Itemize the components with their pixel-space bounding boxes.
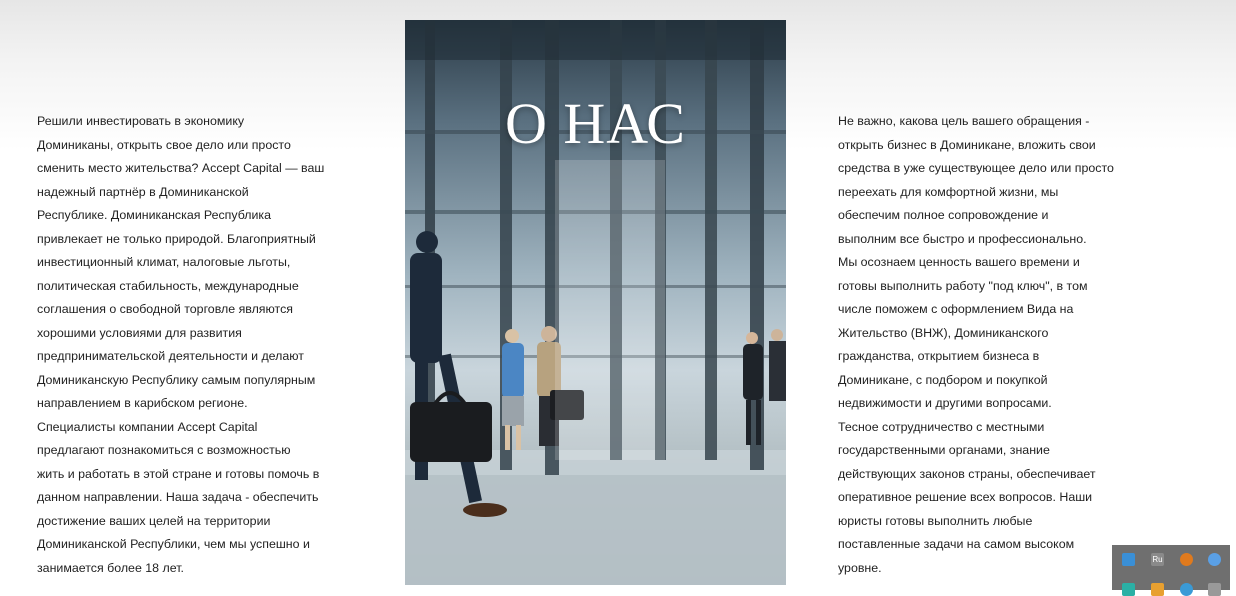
hero-title: О НАС <box>505 91 686 156</box>
about-left-paragraph: Решили инвестировать в экономику Доминик… <box>37 114 325 575</box>
firefox-icon[interactable] <box>1180 553 1193 566</box>
hero-image-about: О НАС <box>405 20 786 585</box>
language-icon[interactable]: Ru <box>1151 553 1164 566</box>
about-right-paragraph: Не важно, какова цель вашего обращения -… <box>838 114 1114 575</box>
app-icon[interactable] <box>1122 553 1135 566</box>
system-tray: Ru <box>1112 545 1230 596</box>
chrome-icon[interactable] <box>1208 553 1221 566</box>
